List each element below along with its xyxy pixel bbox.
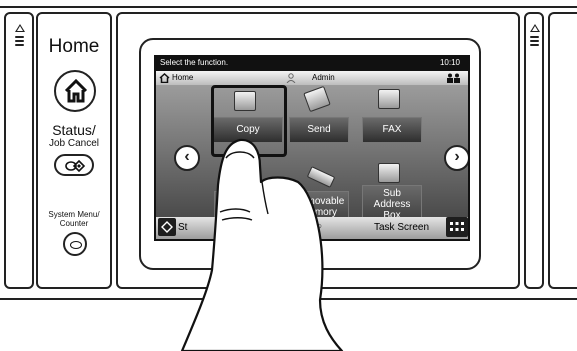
pointing-finger-icon — [180, 138, 344, 351]
